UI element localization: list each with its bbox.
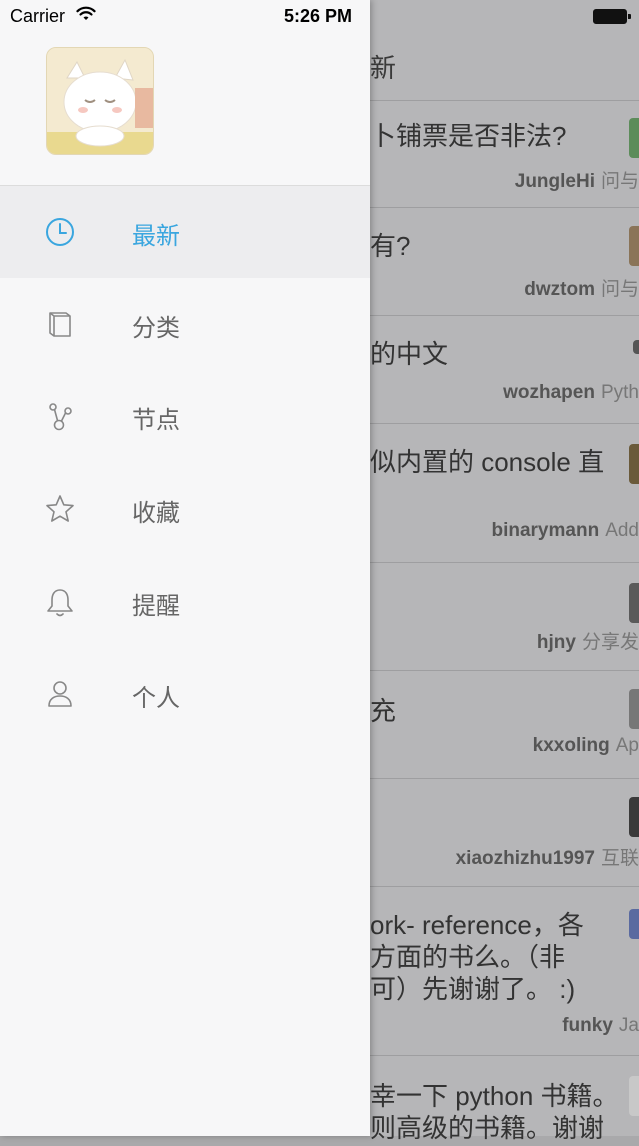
wifi-icon [76,6,96,20]
menu-label: 收藏 [132,500,180,527]
topic-author: funky [562,1015,613,1036]
topic-avatar [629,444,639,484]
topic-author: binarymann [491,520,600,541]
battery-indicator [593,6,631,24]
topic-avatar [629,226,639,266]
clock-time: 5:26 PM [284,6,353,26]
bell-icon [47,589,73,617]
carrier-label: Carrier [10,6,66,26]
topic-author: xiaozhizhu1997 [455,848,595,869]
topic-avatar [629,1076,639,1116]
person-icon [48,681,72,707]
menu-item-nodes[interactable]: 节点 [0,370,370,462]
topic-node: 互联 [600,848,639,869]
topic-title: 幸一下 python 书籍。 [370,1081,619,1111]
topic-node: Pyth [600,382,639,403]
battery-icon [593,9,627,24]
menu-label: 最新 [132,223,180,250]
topic-node: Ap [615,735,639,756]
topic-node: Ja [618,1015,639,1036]
clock-icon [46,218,74,246]
topic-avatar [629,583,639,623]
star-icon [46,495,74,522]
status-bar: Carrier 5:26 PM [0,0,370,34]
avatar[interactable] [46,47,154,155]
menu-item-latest[interactable]: 最新 [0,186,370,278]
topic-title: 卜铺票是否非法? [370,121,567,151]
topic-node: 分享发 [581,632,639,653]
topic-avatar [629,797,639,837]
menu-item-profile[interactable]: 个人 [0,648,370,740]
topic-author: hjny [536,632,576,653]
topic-title: 的中文 [370,339,449,369]
topic-title: 有? [370,231,411,261]
topic-avatar [633,340,639,354]
menu-item-favorites[interactable]: 收藏 [0,463,370,555]
topic-title-line3: 可）先谢谢了。 :) [370,974,576,1004]
node-icon [49,403,72,431]
menu-label: 提醒 [132,593,180,620]
menu-item-notifications[interactable]: 提醒 [0,556,370,648]
book-icon [49,312,71,337]
topic-node: Add [605,520,639,541]
menu-label: 分类 [132,315,180,342]
topic-title-line2: 则高级的书籍。谢谢 [370,1113,605,1143]
avatar-image [47,48,153,154]
topic-title: 充 [370,696,397,726]
main-title: 新 [370,53,397,83]
topic-node: 问与 [600,279,639,300]
topic-node: 问与 [600,171,639,192]
topic-title-line2: 方面的书么。（非 [370,942,566,972]
menu-label: 个人 [132,685,180,712]
topic-title: 似内置的 console 直 [370,447,605,477]
menu-label: 节点 [132,407,180,434]
topic-author: wozhapen [503,382,595,403]
topic-avatar [629,118,639,158]
topic-author: kxxoling [532,735,610,756]
topic-avatar [629,689,639,729]
side-drawer: Carrier 5:26 PM 最新 分类 节点 收藏 提醒 个人 [0,0,370,1136]
topic-title: ork- reference，各 [370,910,584,940]
topic-author: JungleHi [514,171,595,192]
menu-item-categories[interactable]: 分类 [0,278,370,370]
topic-author: dwztom [524,279,595,300]
topic-avatar [629,909,639,939]
